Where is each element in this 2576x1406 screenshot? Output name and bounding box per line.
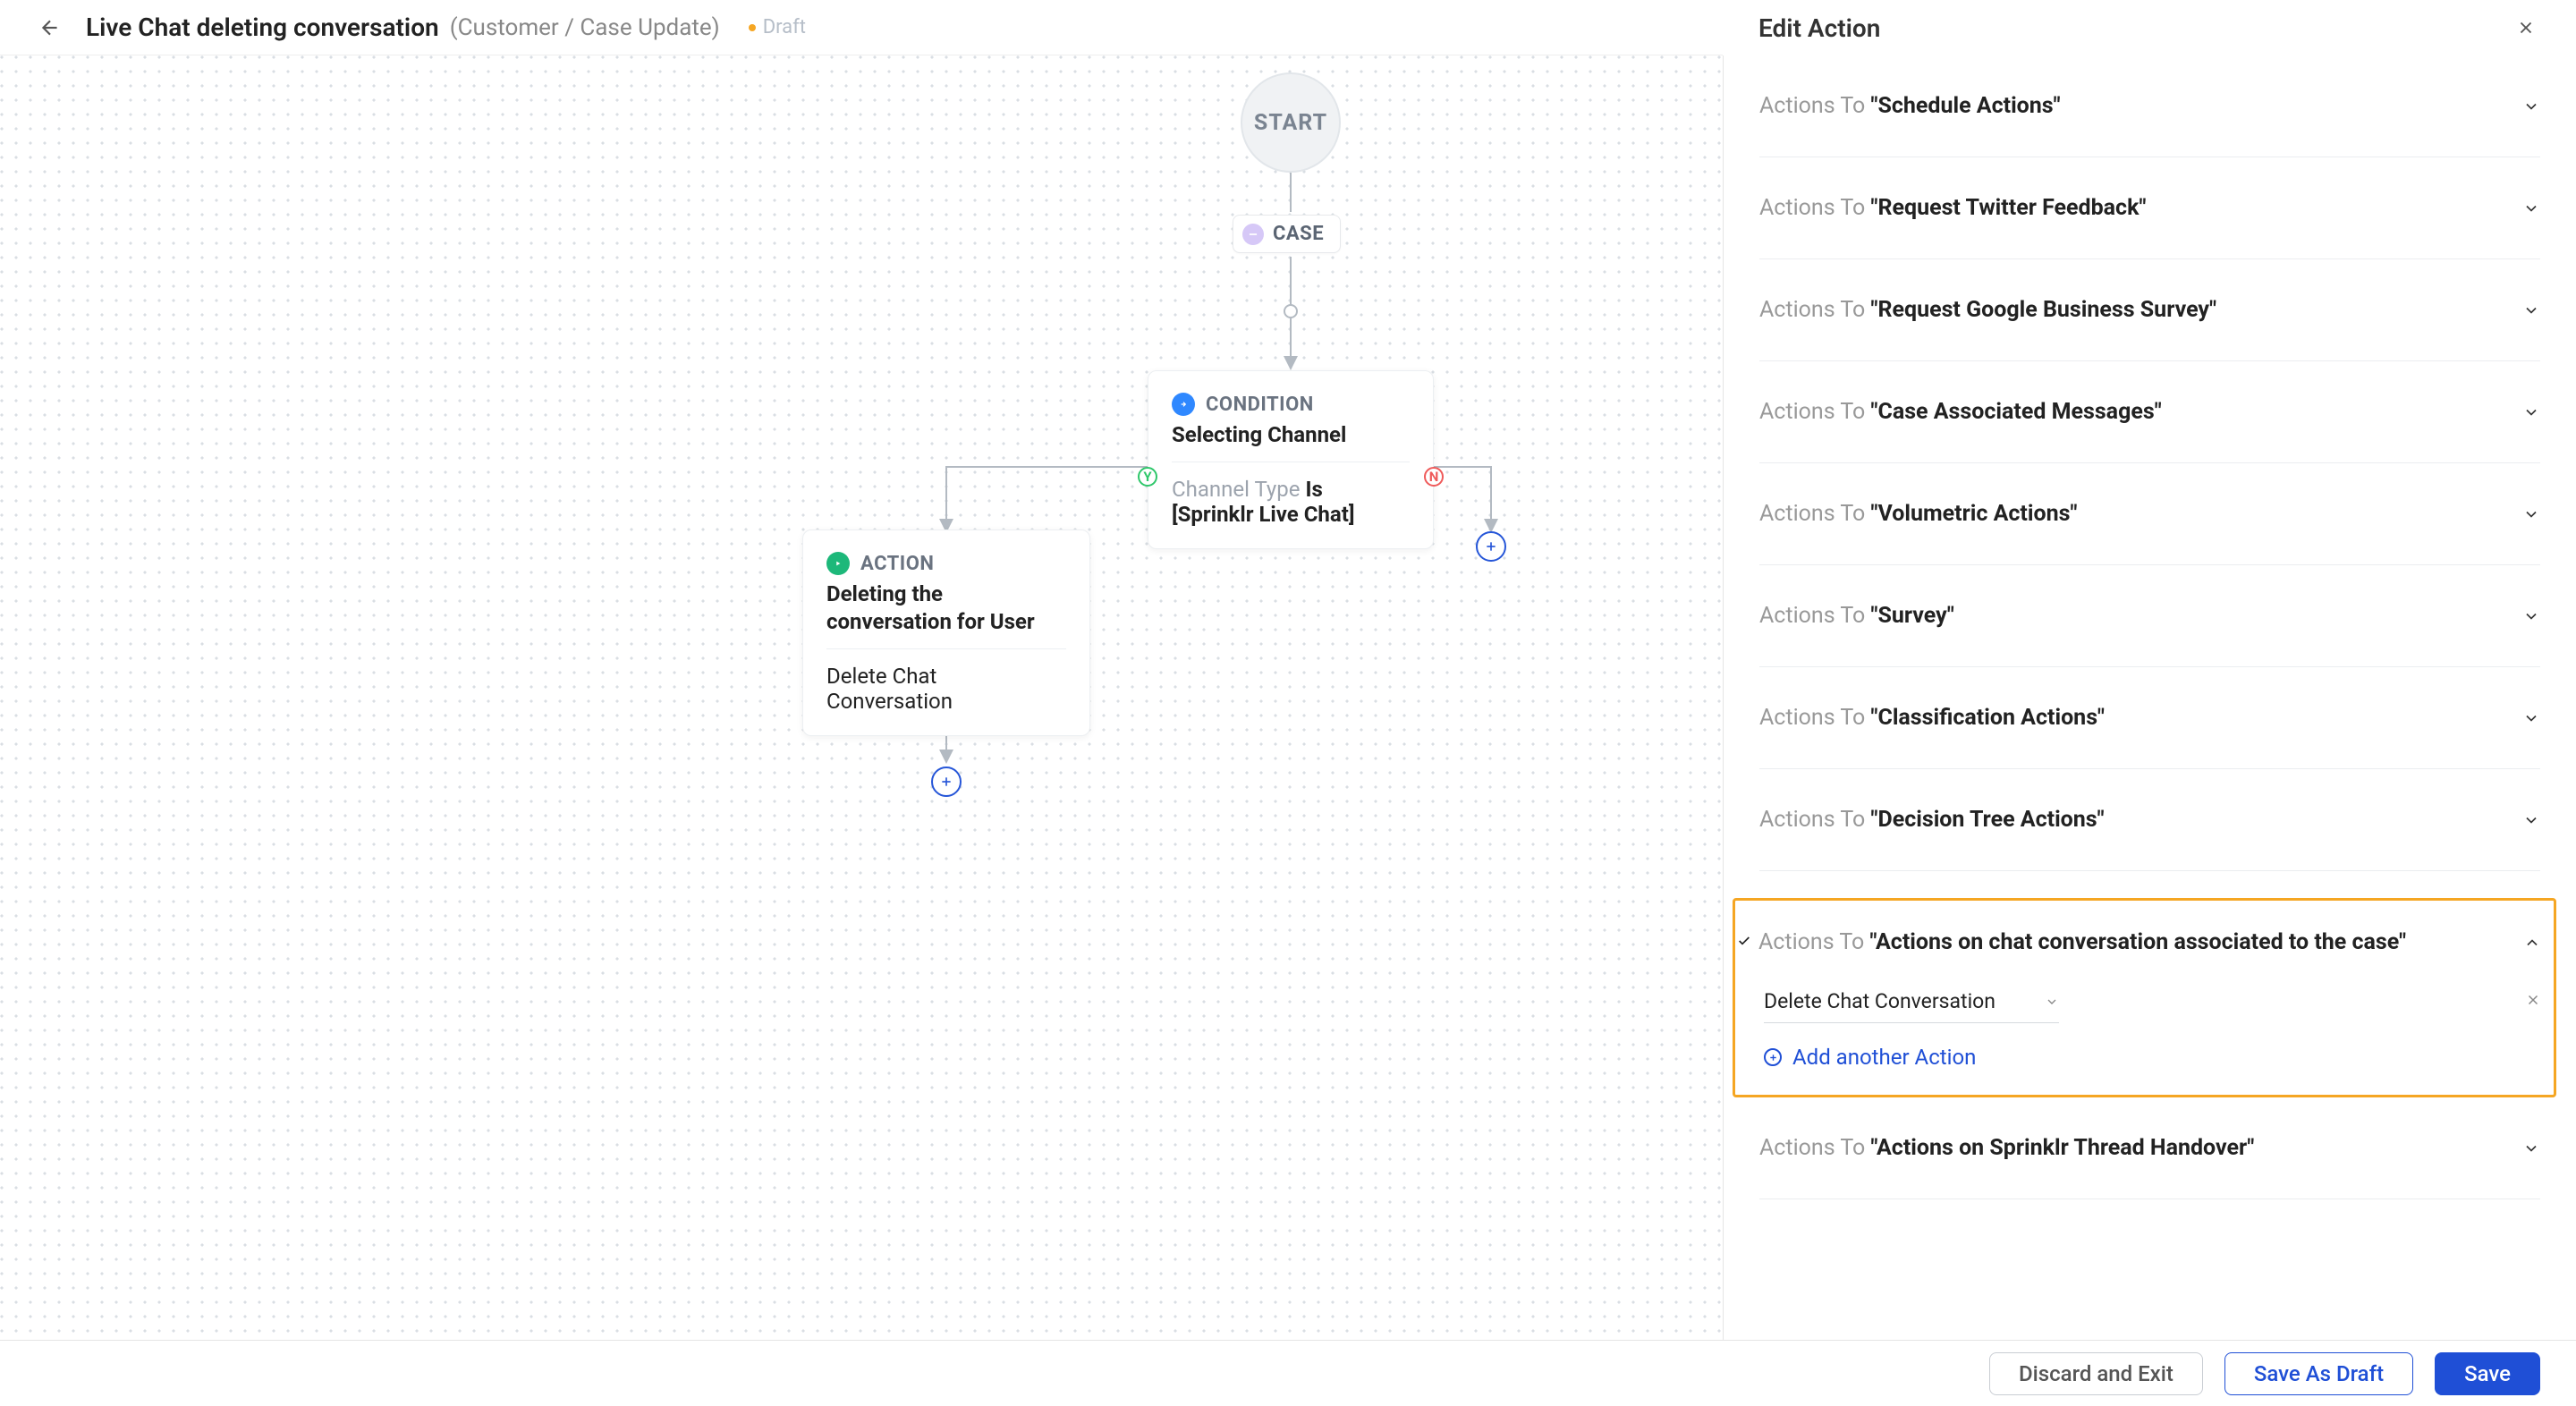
chevron-down-icon — [2522, 301, 2540, 319]
plus-icon — [939, 775, 953, 789]
action-row-header[interactable]: Actions To "Actions on Sprinklr Thread H… — [1759, 1097, 2540, 1198]
save-button[interactable]: Save — [2435, 1352, 2540, 1395]
condition-type-label: CONDITION — [1206, 394, 1314, 416]
panel-header: Edit Action — [1723, 0, 2576, 55]
start-label: START — [1254, 110, 1327, 136]
action-row-label: Actions To "Volumetric Actions" — [1759, 501, 2077, 527]
action-title: Deleting the conversation for User — [826, 580, 1066, 636]
discard-button[interactable]: Discard and Exit — [1989, 1352, 2203, 1395]
yes-badge: Y — [1138, 467, 1157, 487]
start-circle: START — [1241, 72, 1341, 173]
condition-body: Channel Type Is [Sprinklr Live Chat] — [1172, 477, 1410, 527]
page-subtitle: (Customer / Case Update) — [450, 14, 720, 41]
arrow-left-icon — [38, 16, 62, 39]
workflow-canvas[interactable]: START CASE Y N CONDITION — [0, 55, 1723, 1340]
action-row-header[interactable]: Actions To "Request Twitter Feedback" — [1759, 157, 2540, 258]
action-row-header[interactable]: Actions To "Survey" — [1759, 565, 2540, 666]
action-row[interactable]: Actions To "Schedule Actions" — [1759, 55, 2540, 157]
action-row[interactable]: Actions To "Volumetric Actions" — [1759, 463, 2540, 565]
action-icon — [826, 552, 850, 575]
clear-action-button[interactable] — [2525, 992, 2541, 1012]
action-row-label: Actions To "Case Associated Messages" — [1759, 399, 2162, 425]
app-header: Live Chat deleting conversation (Custome… — [0, 0, 2576, 55]
title-block: Live Chat deleting conversation (Custome… — [86, 13, 720, 42]
chevron-down-icon — [2522, 505, 2540, 523]
edit-action-panel: Actions To "Schedule Actions" Actions To… — [1723, 55, 2576, 1340]
page-title: Live Chat deleting conversation — [86, 13, 439, 42]
condition-node[interactable]: Y N CONDITION Selecting Channel Channel … — [1148, 370, 1434, 549]
add-node-button-no[interactable] — [1476, 531, 1506, 562]
case-icon — [1242, 224, 1264, 245]
action-row-expanded: Actions To "Actions on chat conversation… — [1733, 898, 2556, 1097]
check-icon — [1737, 934, 1751, 952]
save-draft-button[interactable]: Save As Draft — [2224, 1352, 2413, 1395]
status-label: Draft — [763, 16, 806, 38]
start-node[interactable]: START — [1241, 72, 1341, 173]
action-row[interactable]: Actions To "Request Twitter Feedback" — [1759, 157, 2540, 259]
action-row-header[interactable]: Actions To "Volumetric Actions" — [1759, 463, 2540, 564]
main-area: START CASE Y N CONDITION — [0, 55, 2576, 1340]
plus-icon — [1484, 539, 1498, 554]
action-row-header[interactable]: Actions To "Decision Tree Actions" — [1759, 769, 2540, 870]
chevron-down-icon — [2522, 1139, 2540, 1157]
status-pill: Draft — [749, 16, 806, 38]
action-select-value: Delete Chat Conversation — [1764, 989, 1996, 1013]
close-icon — [2525, 992, 2541, 1008]
action-select-row: Delete Chat Conversation — [1758, 980, 2541, 1023]
no-badge: N — [1424, 467, 1444, 487]
action-row-header[interactable]: Actions To "Request Google Business Surv… — [1759, 259, 2540, 360]
add-node-button[interactable] — [931, 767, 962, 797]
action-row[interactable]: Actions To "Case Associated Messages" — [1759, 361, 2540, 463]
action-row-header[interactable]: Actions To "Schedule Actions" — [1759, 55, 2540, 157]
panel-body[interactable]: Actions To "Schedule Actions" Actions To… — [1724, 55, 2576, 1340]
chevron-down-icon — [2045, 995, 2059, 1009]
footer-bar: Discard and Exit Save As Draft Save — [0, 1340, 2576, 1406]
action-type-label: ACTION — [860, 553, 934, 575]
chevron-down-icon — [2522, 709, 2540, 727]
action-row[interactable]: Actions To "Request Google Business Surv… — [1759, 259, 2540, 361]
action-row[interactable]: Actions To "Classification Actions" — [1759, 667, 2540, 769]
action-row[interactable]: Actions To "Decision Tree Actions" — [1759, 769, 2540, 871]
action-row-header[interactable]: Actions To "Case Associated Messages" — [1759, 361, 2540, 462]
add-another-label: Add another Action — [1792, 1045, 1976, 1070]
action-row-header[interactable]: Actions To "Classification Actions" — [1759, 667, 2540, 768]
action-row-label: Actions To "Classification Actions" — [1759, 705, 2105, 731]
action-row[interactable]: Actions To "Actions on Sprinklr Thread H… — [1759, 1097, 2540, 1199]
condition-title: Selecting Channel — [1172, 421, 1410, 449]
action-row[interactable]: Actions To "Survey" — [1759, 565, 2540, 667]
panel-title: Edit Action — [1758, 13, 1880, 43]
close-button[interactable] — [2512, 13, 2540, 42]
action-row-label: Actions To "Survey" — [1759, 603, 1954, 629]
action-row-label: Actions To "Request Google Business Surv… — [1759, 297, 2216, 323]
action-row-label: Actions To "Actions on chat conversation… — [1758, 929, 2406, 955]
back-button[interactable] — [36, 13, 64, 42]
add-another-action[interactable]: Add another Action — [1758, 1023, 2541, 1070]
plus-circle-icon — [1764, 1048, 1782, 1066]
action-row-label: Actions To "Decision Tree Actions" — [1759, 807, 2105, 833]
action-row-label: Actions To "Request Twitter Feedback" — [1759, 195, 2146, 221]
chevron-down-icon — [2522, 607, 2540, 625]
chevron-down-icon — [2522, 199, 2540, 217]
case-label: CASE — [1273, 223, 1324, 245]
chevron-down-icon — [2522, 811, 2540, 829]
action-row-label: Actions To "Schedule Actions" — [1759, 93, 2061, 119]
condition-icon — [1172, 393, 1195, 416]
chevron-up-icon — [2523, 934, 2541, 952]
action-row-header[interactable]: Actions To "Actions on chat conversation… — [1758, 901, 2541, 980]
action-select[interactable]: Delete Chat Conversation — [1764, 980, 2059, 1023]
action-row-label: Actions To "Actions on Sprinklr Thread H… — [1759, 1135, 2254, 1161]
case-node[interactable]: CASE — [1233, 215, 1341, 253]
action-node[interactable]: ACTION Deleting the conversation for Use… — [802, 529, 1090, 736]
status-dot-icon — [749, 24, 756, 31]
close-icon — [2516, 18, 2536, 38]
action-body: Delete Chat Conversation — [826, 664, 1066, 714]
chevron-down-icon — [2522, 403, 2540, 421]
chevron-down-icon — [2522, 97, 2540, 115]
